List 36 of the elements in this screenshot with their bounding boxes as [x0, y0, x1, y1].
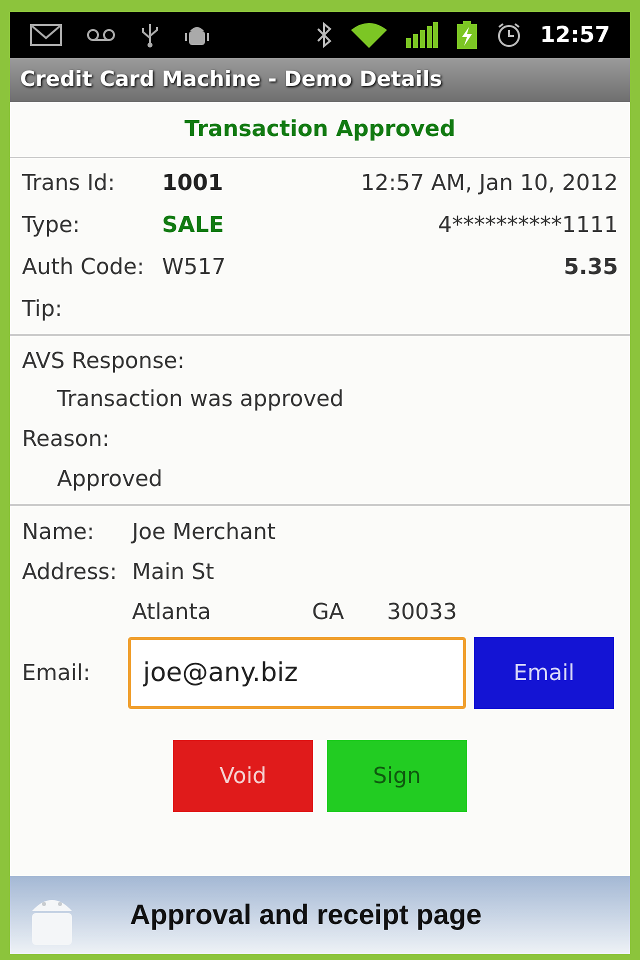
field-label: Type:: [22, 212, 81, 240]
field-label: Trans Id:: [22, 170, 116, 198]
auth-code-value: W517: [162, 254, 226, 282]
field-label: Name:: [22, 518, 96, 546]
reason-value: Approved: [56, 466, 164, 494]
type-value: SALE: [162, 212, 224, 240]
window-title: Credit Card Machine - Demo Details: [20, 66, 442, 94]
status-time: 12:57: [540, 22, 610, 50]
card-number: 4**********1111: [438, 212, 618, 240]
status-title: Transaction Approved: [184, 116, 456, 144]
field-label: Auth Code:: [22, 254, 146, 282]
amount-value: 5.35: [564, 254, 618, 282]
battery-charging-icon: [456, 21, 478, 49]
bluetooth-icon: [316, 22, 332, 48]
usb-icon: [140, 22, 160, 48]
field-label: Email:: [22, 660, 92, 688]
field-label: Address:: [22, 558, 118, 586]
mail-icon: [30, 24, 62, 46]
field-label: Reason:: [22, 426, 111, 454]
caption-text: Approval and receipt page: [130, 898, 482, 932]
field-label: Tip:: [22, 296, 62, 324]
state-value: GA: [312, 598, 346, 626]
zip-value: 30033: [387, 598, 457, 626]
signal-icon: [406, 22, 438, 48]
sign-button[interactable]: Sign: [327, 740, 467, 812]
avs-response-value: Transaction was approved: [56, 386, 345, 414]
name-value: Joe Merchant: [132, 518, 276, 546]
voicemail-icon: [86, 28, 116, 42]
city-value: Atlanta: [132, 598, 212, 626]
datetime-value: 12:57 AM, Jan 10, 2012: [360, 170, 618, 198]
street-value: Main St: [132, 558, 214, 586]
wifi-icon: [350, 22, 388, 48]
alarm-clock-icon: [496, 22, 522, 48]
trans-id-value: 1001: [162, 170, 224, 198]
field-label: AVS Response:: [22, 348, 186, 376]
email-button[interactable]: Email: [474, 637, 614, 709]
